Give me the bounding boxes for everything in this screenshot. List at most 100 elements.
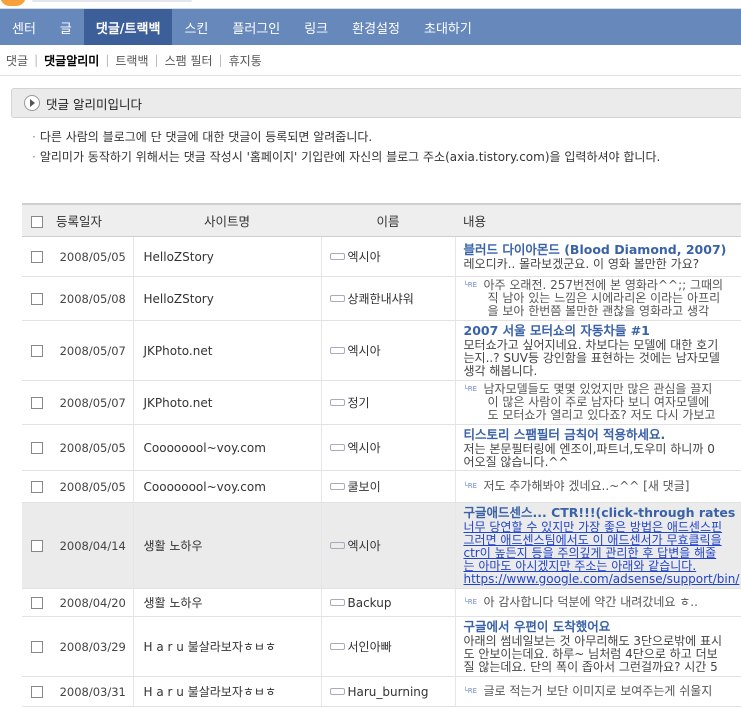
- table-header-row: 등록일자 사이트명 이름 내용: [22, 204, 741, 237]
- nav-item[interactable]: 초대하기: [412, 9, 484, 45]
- post-excerpt[interactable]: 너무 당연할 수 있지만 가장 좋은 방법은 애드센스핀그러면 애드센스팀에서도…: [464, 521, 741, 586]
- nav-item[interactable]: 스킨: [172, 9, 220, 45]
- reply-text[interactable]: └RE아주 오래전. 257번전에 본 영화라^^;; 그때의직 남아 있는 느…: [464, 279, 741, 318]
- nav-item[interactable]: 플러그인: [220, 9, 292, 45]
- row-author-name[interactable]: 엑시아: [348, 250, 381, 264]
- row-site-name[interactable]: HelloZStory: [133, 237, 321, 277]
- post-title-link[interactable]: 2007 서울 모터쇼의 자동차들 #1: [464, 323, 741, 339]
- description: ·다른 사람의 블로그에 단 댓글에 대한 댓글이 등록되면 알려줍니다. ·알…: [32, 127, 660, 167]
- row-checkbox[interactable]: [31, 540, 43, 552]
- reply-arrow-icon: └RE: [464, 279, 484, 292]
- nav-item[interactable]: 링크: [292, 9, 340, 45]
- row-select-cell: [22, 237, 52, 277]
- nav-item[interactable]: 센터: [0, 9, 48, 45]
- row-site-name[interactable]: 생활 노하우: [133, 589, 321, 617]
- row-site-name[interactable]: JKPhoto.net: [133, 381, 321, 425]
- table-row: 2008/05/05Coooooool~voy.com 쿨보이 └RE저도 추가해봐…: [22, 471, 741, 503]
- post-title-link[interactable]: 구글애드센스... CTR!!!(click-through rates: [464, 505, 741, 521]
- subnav-item[interactable]: 트랙백: [115, 52, 148, 69]
- reply-line: 을 보아 한번쯤 볼만한 괜찮을 영화라고 생각: [488, 304, 710, 318]
- row-author-cell: 상쾌한내샤워: [321, 277, 455, 321]
- row-date: 2008/05/08: [52, 277, 133, 321]
- main-navigation: 센터글댓글/트랙백스킨플러그인링크환경설정초대하기: [0, 9, 741, 45]
- bullet-icon: ·: [32, 130, 36, 144]
- nav-item[interactable]: 댓글/트랙백: [84, 9, 173, 45]
- row-date: 2008/05/05: [52, 237, 133, 277]
- row-content: 티스토리 스팸필터 금칙어 적용하세요.저는 본문필터링에 엔조이,파트너,도우…: [455, 425, 741, 471]
- post-excerpt[interactable]: 레오디카.. 몰라보겠군요. 이 영화 볼만한 가요?: [464, 258, 741, 271]
- row-checkbox[interactable]: [31, 293, 43, 305]
- subnav-item[interactable]: 스팸 필터: [165, 52, 213, 69]
- reply-text[interactable]: └RE글로 적는거 보단 이미지로 보여주는게 쉬울지: [464, 685, 741, 698]
- row-date: 2008/05/05: [52, 471, 133, 503]
- row-author-name[interactable]: 엑시아: [348, 441, 381, 455]
- row-author-name[interactable]: 엑시아: [348, 539, 381, 553]
- reply-line: 도 모터쇼가 열리고 있다죠? 저도 다시 가보고: [488, 408, 716, 422]
- row-author-name[interactable]: 정기: [348, 396, 370, 410]
- excerpt-line: 질 않는데요. 단의 폭이 좁아서 그런걸까요? 시간 5: [464, 661, 741, 674]
- excerpt-line: 저는 본문필터링에 엔조이,파트너,도우미 하니까 0: [464, 443, 741, 456]
- subnav-item[interactable]: 댓글: [6, 52, 28, 69]
- post-title-link[interactable]: 블러드 다이아몬드 (Blood Diamond, 2007): [464, 242, 741, 258]
- site-column-header[interactable]: 사이트명: [133, 204, 321, 237]
- row-author-name[interactable]: Backup: [348, 596, 392, 610]
- reply-text[interactable]: └RE아 감사합니다 덕분에 약간 내려갔네요 ㅎ..: [464, 596, 741, 609]
- person-icon: [330, 599, 345, 606]
- row-site-name[interactable]: H a r u 불살라보자ㅎㅂㅎ: [133, 677, 321, 707]
- row-select-cell: [22, 589, 52, 617]
- row-content: └RE남자모델들도 몇몇 있었지만 많은 관심을 끌지이 많은 사람이 주로 남…: [455, 381, 741, 425]
- row-author-name[interactable]: 상쾌한내샤워: [348, 292, 414, 306]
- row-date: 2008/03/29: [52, 617, 133, 677]
- nav-item[interactable]: 글: [48, 9, 84, 45]
- post-excerpt[interactable]: 아래의 썸네일보는 것 아무리해도 3단으로밖에 표시도 안보이는데요. 하루~…: [464, 635, 741, 674]
- row-checkbox[interactable]: [31, 686, 43, 698]
- row-select-cell: [22, 677, 52, 707]
- post-excerpt[interactable]: 모터쇼가고 싶어지네요. 차보다는 모델에 대한 호기는지..? SUV등 강인…: [464, 339, 741, 378]
- row-site-name[interactable]: Coooooool~voy.com: [133, 471, 321, 503]
- excerpt-line: 어오질 않습니다.^^: [464, 456, 741, 469]
- reply-line: 아 감사합니다 덕분에 약간 내려갔네요 ㅎ..: [484, 595, 698, 609]
- sub-navigation: 댓글|댓글알리미|트랙백|스팸 필터|휴지통: [0, 45, 741, 76]
- table-body: 2008/05/05HelloZStory엑시아블러드 다이아몬드 (Blood…: [22, 237, 741, 707]
- blog-logo-icon[interactable]: [0, 0, 26, 6]
- bullet-icon: ·: [32, 150, 36, 164]
- row-checkbox[interactable]: [31, 442, 43, 454]
- reply-text[interactable]: └RE남자모델들도 몇몇 있었지만 많은 관심을 끌지이 많은 사람이 주로 남…: [464, 383, 741, 422]
- row-checkbox[interactable]: [31, 597, 43, 609]
- row-site-name[interactable]: H a r u 불살라보자ㅎㅂㅎ: [133, 617, 321, 677]
- row-content: 구글에서 우편이 도착했어요아래의 썸네일보는 것 아무리해도 3단으로밖에 표…: [455, 617, 741, 677]
- post-excerpt[interactable]: 저는 본문필터링에 엔조이,파트너,도우미 하니까 0어오질 않습니다.^^: [464, 443, 741, 469]
- row-select-cell: [22, 321, 52, 381]
- row-author-name[interactable]: 엑시아: [348, 344, 381, 358]
- nav-item[interactable]: 환경설정: [340, 9, 412, 45]
- row-checkbox[interactable]: [31, 481, 43, 493]
- subnav-item[interactable]: 휴지통: [229, 52, 262, 69]
- play-arrow-icon: [24, 95, 40, 111]
- date-column-header[interactable]: 등록일자: [52, 204, 133, 237]
- reply-text[interactable]: └RE저도 추가해봐야 겠네요..~^^ [새 댓글]: [464, 480, 741, 493]
- reply-line: 남자모델들도 몇몇 있었지만 많은 관심을 끌지: [484, 382, 713, 396]
- row-checkbox[interactable]: [31, 397, 43, 409]
- row-site-name[interactable]: HelloZStory: [133, 277, 321, 321]
- row-checkbox[interactable]: [31, 345, 43, 357]
- row-author-name[interactable]: 쿨보이: [348, 480, 381, 494]
- row-site-name[interactable]: JKPhoto.net: [133, 321, 321, 381]
- row-checkbox[interactable]: [31, 251, 43, 263]
- content-column-header[interactable]: 내용: [455, 204, 741, 237]
- row-author-cell: Haru_burning: [321, 677, 455, 707]
- name-column-header[interactable]: 이름: [321, 204, 455, 237]
- row-author-cell: Backup: [321, 589, 455, 617]
- subnav-item[interactable]: 댓글알리미: [44, 52, 99, 69]
- row-select-cell: [22, 277, 52, 321]
- row-site-name[interactable]: 생활 노하우: [133, 503, 321, 589]
- description-text: 알리미가 동작하기 위해서는 댓글 작성시 '홈페이지' 기입란에 자신의 블로…: [40, 150, 660, 164]
- post-title-link[interactable]: 구글에서 우편이 도착했어요: [464, 619, 741, 635]
- row-site-name[interactable]: Coooooool~voy.com: [133, 425, 321, 471]
- table-row: 2008/05/05HelloZStory 엑시아 블러드 다이아몬드 (Blood…: [22, 237, 741, 277]
- row-checkbox[interactable]: [31, 641, 43, 653]
- select-all-checkbox[interactable]: [31, 216, 43, 228]
- post-title-link[interactable]: 티스토리 스팸필터 금칙어 적용하세요.: [464, 427, 741, 443]
- person-icon: [330, 542, 345, 549]
- row-author-name[interactable]: Haru_burning: [348, 685, 429, 699]
- row-author-name[interactable]: 서인아빠: [348, 640, 392, 654]
